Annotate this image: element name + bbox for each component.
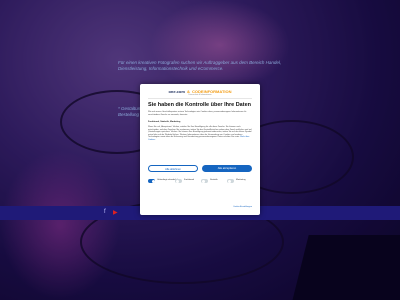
accept-all-button[interactable]: Alle akzeptieren — [202, 165, 252, 172]
toggle-label: Statistik — [210, 179, 218, 181]
divider — [148, 98, 252, 99]
dialog-intro: Wir und unsere Geschäftspartner nutzen T… — [148, 111, 247, 116]
facebook-icon[interactable]: f — [104, 209, 106, 215]
toggle-switch[interactable] — [227, 179, 234, 183]
toggle-switch[interactable] — [148, 179, 155, 183]
cookie-consent-dialog: one.com & CODEINFORMATION Datenschutz & … — [140, 84, 260, 215]
toggle-switch[interactable] — [175, 179, 182, 183]
consent-toggles: Unbedingt erforderlich Funktional Statis… — [148, 178, 252, 188]
youtube-icon[interactable]: ▶ — [113, 209, 118, 216]
dialog-purposes: Funktional, Statistik, Marketing — [148, 121, 181, 123]
hero-text: Für einen kreativen Fotografen suchen wi… — [118, 60, 282, 71]
brand-logo: one.com & CODEINFORMATION Datenschutz & … — [140, 89, 260, 96]
dialog-details: Wenn Sie auf „Akzeptieren“ klicken, erte… — [148, 126, 252, 142]
toggle-label: Funktional — [184, 179, 195, 181]
cookie-settings-link[interactable]: Cookie-Einstellungen — [148, 206, 252, 208]
logo-tagline: Datenschutz & Informationen — [188, 94, 212, 96]
toggle-label: Marketing — [236, 179, 246, 181]
decline-all-button[interactable]: Alle ablehnen — [148, 165, 198, 172]
dialog-title: Sie haben die Kontrolle über Ihre Daten — [148, 102, 251, 108]
details-text: Wenn Sie auf „Akzeptieren“ klicken, erte… — [148, 126, 252, 139]
toggle-switch[interactable] — [201, 179, 208, 183]
